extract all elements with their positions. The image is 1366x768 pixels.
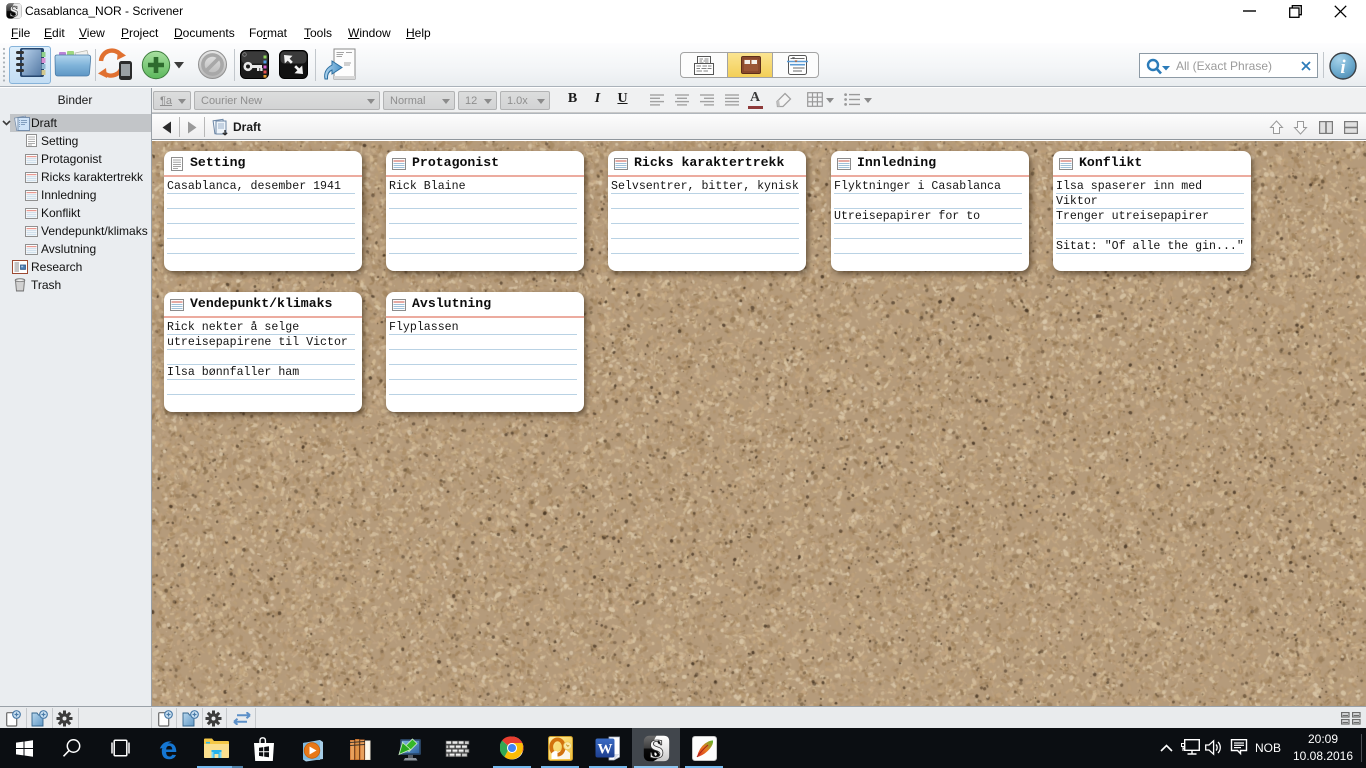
svg-text:S: S (10, 4, 19, 19)
svg-text:i: i (1340, 57, 1346, 78)
